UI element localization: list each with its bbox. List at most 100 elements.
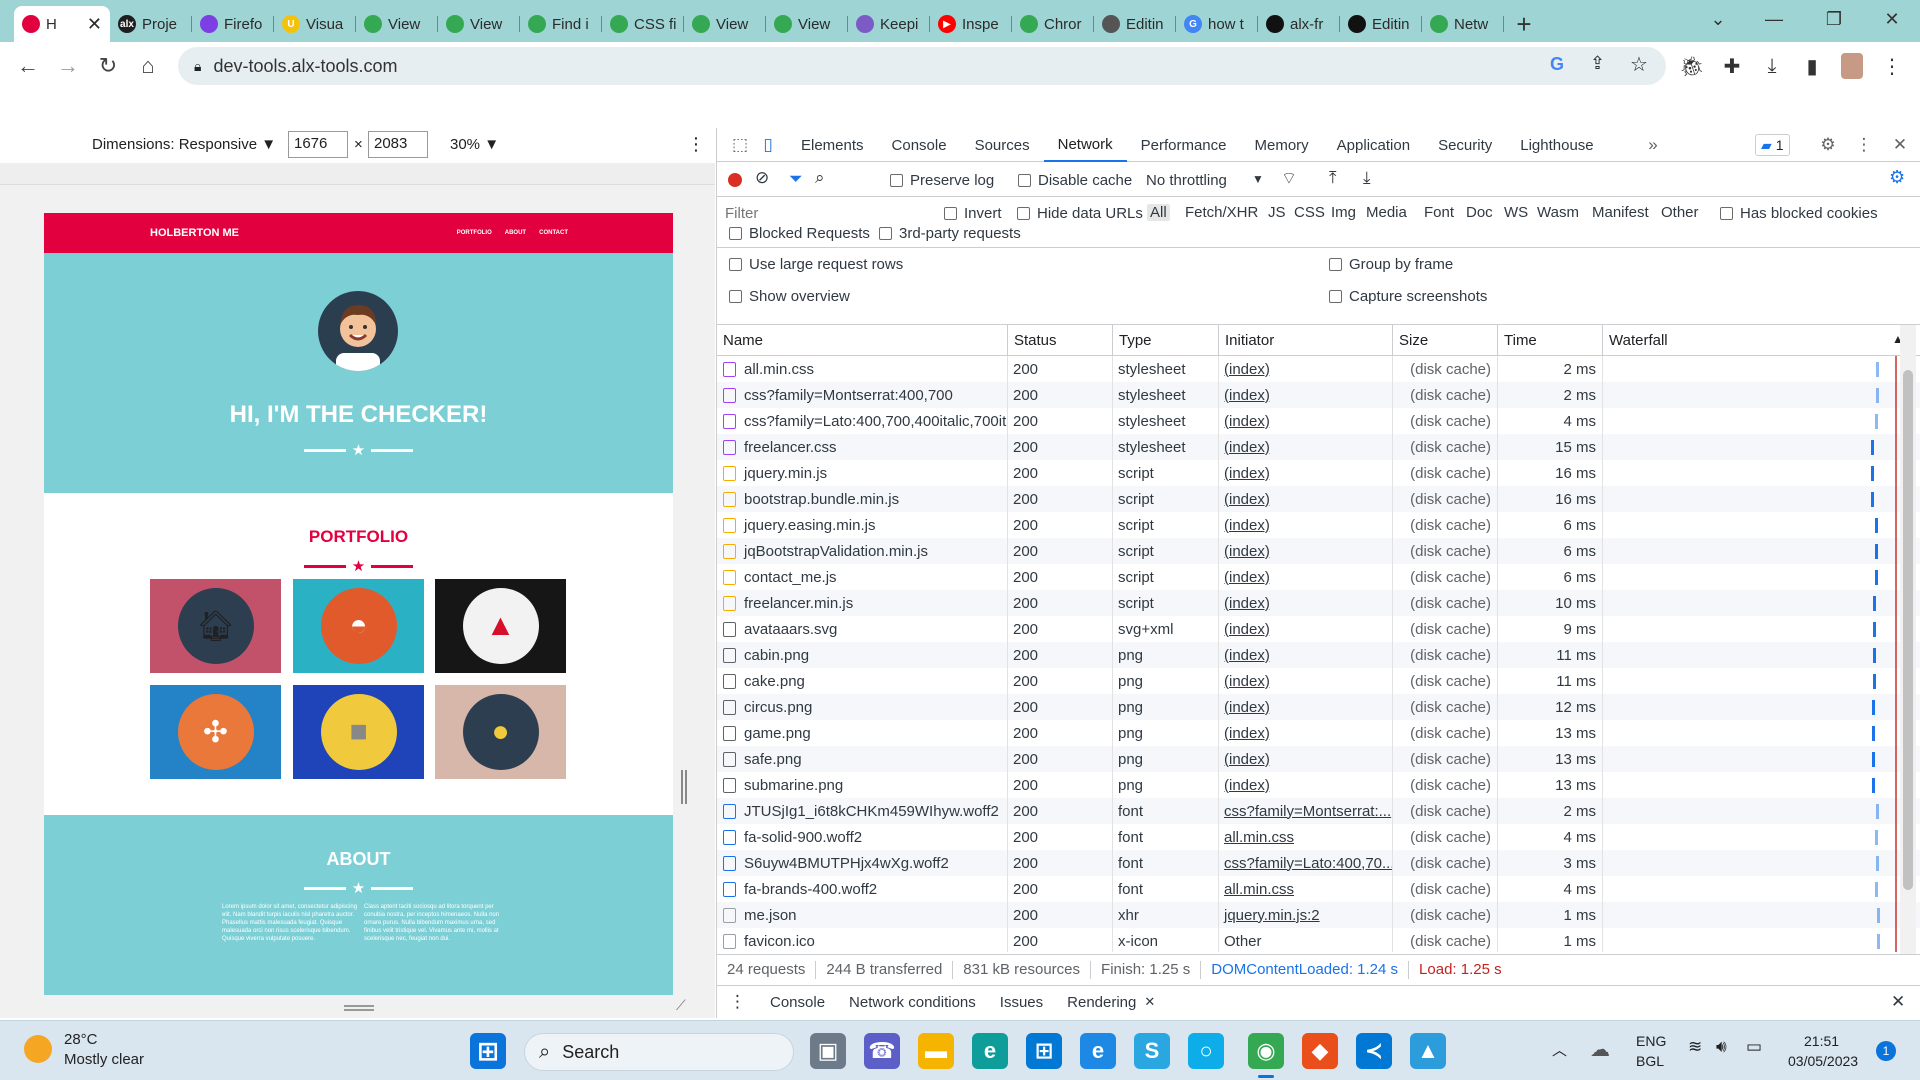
request-name-cell[interactable]: freelancer.min.js: [717, 590, 1007, 616]
table-row[interactable]: contact_me.js 200 script (index) (disk cache…: [717, 564, 1920, 590]
browser-tab[interactable]: Ghow t: [1176, 6, 1258, 42]
more-tabs-icon[interactable]: »: [1640, 132, 1666, 158]
checkbox-box[interactable]: [1017, 207, 1030, 220]
scrollbar-thumb[interactable]: [1903, 370, 1913, 890]
request-initiator-cell[interactable]: (index): [1218, 694, 1392, 720]
taskbar-search[interactable]: ⌕ Search: [524, 1033, 794, 1071]
column-header-status[interactable]: Status: [1007, 325, 1112, 356]
device-height-input[interactable]: 2083: [368, 131, 428, 158]
portfolio-cake[interactable]: ◓: [293, 579, 424, 673]
task-view-icon[interactable]: ▣: [810, 1033, 846, 1069]
vscode-icon[interactable]: ≺: [1356, 1033, 1392, 1069]
weather-temp[interactable]: 28°C: [64, 1031, 98, 1048]
search-icon[interactable]: ⌕: [815, 168, 825, 188]
type-filter-fetch[interactable]: Fetch/XHR: [1185, 204, 1258, 221]
table-row[interactable]: all.min.css 200 stylesheet (index) (disk cac…: [717, 356, 1920, 382]
table-row[interactable]: submarine.png 200 png (index) (disk cache) 13…: [717, 772, 1920, 798]
profile-avatar[interactable]: [1836, 50, 1868, 82]
checkbox-box[interactable]: [879, 227, 892, 240]
restore-icon[interactable]: ❐: [1806, 0, 1862, 38]
inspect-element-icon[interactable]: ⬚: [727, 132, 753, 158]
chevron-down-icon[interactable]: ▼: [1252, 172, 1264, 186]
tray-chevron-icon[interactable]: ︿: [1552, 1039, 1567, 1060]
clock-time[interactable]: 21:51: [1804, 1033, 1839, 1049]
table-row[interactable]: css?family=Montserrat:400,700 200 styleshe…: [717, 382, 1920, 408]
weather-desc[interactable]: Mostly clear: [64, 1051, 144, 1068]
devtools-tab-elements[interactable]: Elements: [787, 128, 878, 162]
site-brand[interactable]: HOLBERTON ME: [150, 227, 239, 239]
request-name-cell[interactable]: css?family=Lato:400,700,400italic,700ita…: [717, 408, 1007, 434]
checkbox-box[interactable]: [729, 227, 742, 240]
request-initiator-cell[interactable]: all.min.css: [1218, 824, 1392, 850]
blocked-requests-checkbox[interactable]: Blocked Requests: [729, 225, 870, 242]
table-row[interactable]: cake.png 200 png (index) (disk cache) 11 ms: [717, 668, 1920, 694]
devtools-tab-performance[interactable]: Performance: [1127, 128, 1241, 162]
hide-data-urls-checkbox[interactable]: Hide data URLs: [1017, 205, 1143, 222]
browser-tab[interactable]: View: [356, 6, 438, 42]
checkbox-box[interactable]: [729, 290, 742, 303]
drawer-tab-network-conditions[interactable]: Network conditions: [837, 994, 988, 1011]
microsoft-store-icon[interactable]: ⊞: [1026, 1033, 1062, 1069]
export-har-icon[interactable]: ⤓: [1363, 168, 1371, 188]
request-initiator-cell[interactable]: (index): [1218, 590, 1392, 616]
file-explorer-icon[interactable]: ▬: [918, 1033, 954, 1069]
request-name-cell[interactable]: jquery.min.js: [717, 460, 1007, 486]
request-initiator-cell[interactable]: (index): [1218, 772, 1392, 798]
dimensions-dropdown[interactable]: Dimensions: Responsive ▼: [92, 136, 276, 153]
column-header-time[interactable]: Time: [1497, 325, 1602, 356]
checkbox-box[interactable]: [944, 207, 957, 220]
checkbox-box[interactable]: [1720, 207, 1733, 220]
request-initiator-cell[interactable]: jquery.min.js:2: [1218, 902, 1392, 928]
table-row[interactable]: game.png 200 png (index) (disk cache) 13 ms: [717, 720, 1920, 746]
checkbox-box[interactable]: [1329, 290, 1342, 303]
clear-icon[interactable]: ⊘: [755, 168, 769, 188]
edge-icon[interactable]: e: [972, 1033, 1008, 1069]
browser-tab[interactable]: Keepi: [848, 6, 930, 42]
request-initiator-cell[interactable]: (index): [1218, 434, 1392, 460]
devtools-tab-network[interactable]: Network: [1043, 128, 1127, 162]
table-row[interactable]: css?family=Lato:400,700,400italic,700ita…: [717, 408, 1920, 434]
column-header-initiator[interactable]: Initiator: [1218, 325, 1392, 356]
devtools-menu-icon[interactable]: ⋮: [1851, 132, 1877, 158]
request-initiator-cell[interactable]: (index): [1218, 720, 1392, 746]
request-name-cell[interactable]: game.png: [717, 720, 1007, 746]
request-initiator-cell[interactable]: (index): [1218, 564, 1392, 590]
request-initiator-cell[interactable]: (index): [1218, 460, 1392, 486]
request-initiator-cell[interactable]: (index): [1218, 408, 1392, 434]
column-header-name[interactable]: Name: [717, 325, 1007, 356]
notification-badge[interactable]: 1: [1876, 1041, 1896, 1061]
devtools-tab-memory[interactable]: Memory: [1241, 128, 1323, 162]
weather-moon-icon[interactable]: [24, 1035, 52, 1063]
column-header-waterfall[interactable]: Waterfall: [1602, 325, 1901, 356]
home-icon[interactable]: ⌂: [128, 46, 168, 86]
address-bar[interactable]: 🔒︎ dev-tools.alx-tools.com G ⇪ ☆: [178, 47, 1666, 85]
preserve-log-checkbox[interactable]: Preserve log: [890, 172, 994, 189]
browser-menu-icon[interactable]: ⋮: [1876, 50, 1908, 82]
windows-start-icon[interactable]: ⊞: [470, 1033, 506, 1069]
portfolio-submarine[interactable]: ●: [435, 685, 566, 779]
type-filter-img[interactable]: Img: [1331, 204, 1356, 221]
request-name-cell[interactable]: JTUSjIg1_i6t8kCHKm459WIhyw.woff2: [717, 798, 1007, 824]
onedrive-cloud-icon[interactable]: ☁: [1590, 1037, 1610, 1062]
column-header-size[interactable]: Size: [1392, 325, 1497, 356]
extensions-puzzle-icon[interactable]: ✚: [1716, 50, 1748, 82]
lock-icon[interactable]: 🔒︎: [194, 58, 201, 75]
request-name-cell[interactable]: bootstrap.bundle.min.js: [717, 486, 1007, 512]
request-name-cell[interactable]: circus.png: [717, 694, 1007, 720]
request-initiator-cell[interactable]: css?family=Lato:400,70...: [1218, 850, 1392, 876]
import-har-icon[interactable]: ⤒: [1329, 168, 1337, 188]
request-initiator-cell[interactable]: (index): [1218, 486, 1392, 512]
request-name-cell[interactable]: jqBootstrapValidation.min.js: [717, 538, 1007, 564]
request-initiator-cell[interactable]: (index): [1218, 642, 1392, 668]
request-name-cell[interactable]: me.json: [717, 902, 1007, 928]
request-initiator-cell[interactable]: css?family=Montserrat:...: [1218, 798, 1392, 824]
network-settings-icon[interactable]: ⚙: [1889, 167, 1905, 188]
request-name-cell[interactable]: freelancer.css: [717, 434, 1007, 460]
type-filter-wasm[interactable]: Wasm: [1537, 204, 1579, 221]
request-name-cell[interactable]: all.min.css: [717, 356, 1007, 382]
request-initiator-cell[interactable]: (index): [1218, 746, 1392, 772]
site-nav-contact[interactable]: CONTACT: [539, 230, 568, 236]
git-icon[interactable]: ◆: [1302, 1033, 1338, 1069]
table-row[interactable]: S6uyw4BMUTPHjx4wXg.woff2 200 font css?famil…: [717, 850, 1920, 876]
capture-screenshots-checkbox[interactable]: Capture screenshots: [1329, 288, 1487, 305]
